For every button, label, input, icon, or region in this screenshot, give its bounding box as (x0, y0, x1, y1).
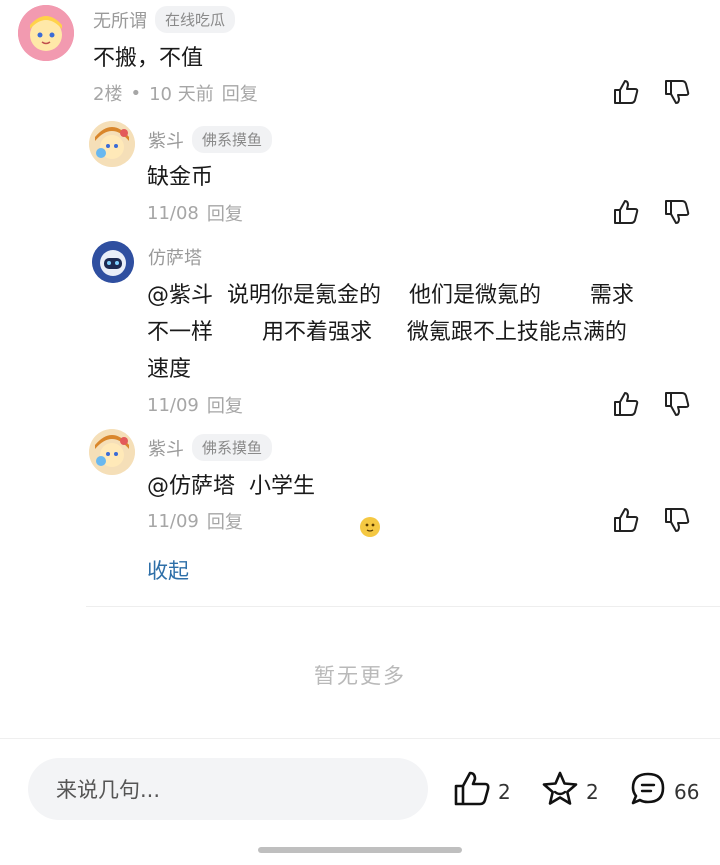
user-tag: 佛系摸鱼 (192, 434, 273, 461)
like-count: 2 (498, 779, 511, 804)
bottom-action-bar: 来说几句... 2 2 66 (0, 738, 720, 865)
comment-input-placeholder: 来说几句... (56, 778, 161, 802)
user-tag: 在线吃瓜 (155, 6, 236, 33)
thumb-up-icon[interactable] (612, 506, 640, 534)
timestamp: 11/09 (147, 394, 199, 416)
favorite-button[interactable]: 2 (540, 769, 599, 814)
username[interactable]: 仿萨塔 (148, 244, 202, 270)
reply-button[interactable]: 回复 (207, 200, 243, 226)
avatar[interactable] (92, 241, 134, 283)
comment-text: 缺金币 (147, 165, 214, 190)
comment-button[interactable]: 66 (628, 769, 699, 814)
like-button[interactable]: 2 (452, 769, 511, 814)
avatar[interactable] (89, 121, 135, 167)
comment-text-content: @仿萨塔 小学生 (147, 474, 315, 499)
reply-button[interactable]: 回复 (207, 508, 243, 534)
thumb-up-icon[interactable] (612, 198, 640, 226)
comment-count: 66 (674, 779, 700, 804)
thumb-down-icon[interactable] (663, 390, 691, 418)
avatar[interactable] (89, 429, 135, 475)
timestamp: 10 天前 (149, 84, 214, 105)
divider (86, 606, 720, 607)
comment-text: 不搬，不值 (93, 46, 204, 71)
timestamp: 11/09 (147, 510, 199, 532)
comment-text: @仿萨塔 小学生 (147, 468, 380, 537)
no-more-indicator: 暂无更多 (314, 664, 406, 688)
timestamp: 11/08 (147, 202, 199, 224)
reply-button[interactable]: 回复 (207, 392, 243, 418)
collapse-replies-link[interactable]: 收起 (147, 555, 189, 585)
star-icon (540, 769, 580, 814)
username[interactable]: 紫斗 (148, 435, 184, 461)
reply-button[interactable]: 回复 (222, 80, 258, 106)
comment-input[interactable]: 来说几句... (28, 758, 428, 820)
thumb-down-icon[interactable] (663, 198, 691, 226)
thumb-down-icon[interactable] (663, 506, 691, 534)
thumb-up-icon (452, 769, 492, 814)
home-indicator[interactable] (258, 847, 462, 853)
comment-text-line-1: @紫斗 说明你是氪金的 他们是微氪的 需求 (147, 283, 634, 308)
floor-number: 2楼 (93, 84, 123, 105)
user-tag: 佛系摸鱼 (192, 126, 273, 153)
comment-bubble-icon (628, 769, 668, 814)
comment-text-line-2: 不一样 用不着强求 微氪跟不上技能点满的 (147, 320, 627, 345)
username[interactable]: 紫斗 (148, 127, 184, 153)
favorite-count: 2 (586, 779, 599, 804)
thumb-up-icon[interactable] (612, 390, 640, 418)
thumb-up-icon[interactable] (612, 78, 640, 106)
thumb-down-icon[interactable] (663, 78, 691, 106)
smiley-emoji-icon (317, 476, 380, 537)
username[interactable]: 无所谓 (93, 7, 147, 33)
meta-separator: • (130, 82, 142, 104)
avatar[interactable] (18, 5, 74, 61)
comment-text-line-3: 速度 (147, 357, 192, 382)
